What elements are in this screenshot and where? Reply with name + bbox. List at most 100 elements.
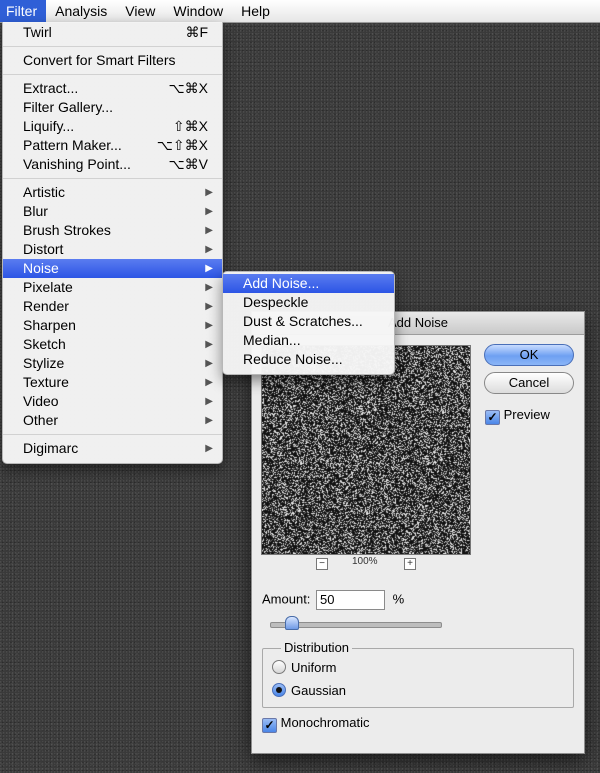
amount-slider-thumb[interactable] [285, 616, 300, 630]
shortcut: ⌘F [185, 24, 208, 40]
preview-checkbox[interactable]: ✓ [485, 410, 500, 425]
noise-submenu: Add Noise... Despeckle Dust & Scratches.… [222, 271, 395, 375]
submenu-item-median[interactable]: Median... [223, 331, 394, 350]
zoom-out-button[interactable]: − [316, 558, 328, 570]
uniform-radio[interactable] [272, 660, 286, 674]
menu-separator [3, 74, 222, 75]
submenu-arrow-icon: ▶ [205, 415, 213, 426]
preview-option[interactable]: ✓ Preview [485, 407, 550, 425]
menu-item-label: Digimarc [23, 440, 79, 456]
menu-item-liquify[interactable]: Liquify... ⇧⌘X [3, 117, 222, 136]
menu-item-label: Other [23, 412, 59, 428]
menu-item-artistic[interactable]: Artistic ▶ [3, 183, 222, 202]
menu-item-other[interactable]: Other ▶ [3, 411, 222, 430]
amount-input[interactable]: 50 [316, 590, 386, 610]
menu-item-label: Noise [23, 260, 59, 276]
submenu-arrow-icon: ▶ [205, 187, 213, 198]
submenu-arrow-icon: ▶ [205, 377, 213, 388]
submenu-item-dust-scratches[interactable]: Dust & Scratches... [223, 312, 394, 331]
menu-item-label: Extract... [23, 80, 79, 96]
submenu-arrow-icon: ▶ [205, 263, 213, 274]
submenu-arrow-icon: ▶ [205, 443, 213, 454]
menu-item-sketch[interactable]: Sketch ▶ [3, 335, 222, 354]
menu-item-sharpen[interactable]: Sharpen ▶ [3, 316, 222, 335]
menu-bar: Filter Analysis View Window Help [0, 0, 600, 23]
menu-item-label: Vanishing Point... [23, 156, 131, 172]
menu-item-twirl[interactable]: Twirl ⌘F [3, 23, 222, 42]
distribution-group: Distribution Uniform Gaussian [262, 640, 574, 708]
submenu-arrow-icon: ▶ [205, 339, 213, 350]
menubar-view[interactable]: View [116, 0, 164, 22]
menu-item-label: Stylize [23, 355, 65, 371]
menubar-filter[interactable]: Filter [0, 0, 47, 22]
uniform-option[interactable]: Uniform [272, 660, 337, 675]
submenu-arrow-icon: ▶ [205, 244, 213, 255]
menu-item-label: Brush Strokes [23, 222, 111, 238]
gaussian-radio[interactable] [272, 683, 286, 697]
add-noise-dialog: Add Noise − 100% + OK Cancel ✓ Preview A… [251, 311, 585, 754]
menu-item-render[interactable]: Render ▶ [3, 297, 222, 316]
menu-item-label: Filter Gallery... [23, 99, 113, 115]
preview-label: Preview [503, 407, 550, 422]
amount-label: Amount: [262, 591, 311, 607]
submenu-arrow-icon: ▶ [205, 396, 213, 407]
shortcut: ⌥⌘V [168, 156, 208, 172]
menu-item-label: Sharpen [23, 317, 76, 333]
menu-separator [3, 46, 222, 47]
amount-slider[interactable] [270, 616, 442, 630]
shortcut: ⌥⇧⌘X [156, 137, 208, 153]
menu-item-label: Artistic [23, 184, 65, 200]
menu-item-label: Blur [23, 203, 48, 219]
monochromatic-label: Monochromatic [280, 715, 370, 730]
menu-item-filter-gallery[interactable]: Filter Gallery... [3, 98, 222, 117]
menu-separator [3, 434, 222, 435]
submenu-item-reduce-noise[interactable]: Reduce Noise... [223, 350, 394, 369]
menu-item-label: Distort [23, 241, 64, 257]
menu-item-label: Video [23, 393, 59, 409]
menu-item-brush-strokes[interactable]: Brush Strokes ▶ [3, 221, 222, 240]
menu-item-label: Liquify... [23, 118, 75, 134]
menu-item-label: Convert for Smart Filters [23, 52, 176, 68]
filter-menu: Twirl ⌘F Convert for Smart Filters Extra… [2, 22, 223, 464]
menu-item-texture[interactable]: Texture ▶ [3, 373, 222, 392]
menu-item-label: Pattern Maker... [23, 137, 122, 153]
submenu-arrow-icon: ▶ [205, 301, 213, 312]
menu-item-video[interactable]: Video ▶ [3, 392, 222, 411]
menubar-help[interactable]: Help [232, 0, 279, 22]
menu-item-extract[interactable]: Extract... ⌥⌘X [3, 79, 222, 98]
menu-item-convert-smart-filters[interactable]: Convert for Smart Filters [3, 51, 222, 70]
distribution-legend: Distribution [281, 640, 353, 655]
menu-item-blur[interactable]: Blur ▶ [3, 202, 222, 221]
menu-item-pixelate[interactable]: Pixelate ▶ [3, 278, 222, 297]
menu-item-label: Render [23, 298, 69, 314]
monochromatic-checkbox[interactable]: ✓ [262, 718, 277, 733]
gaussian-label: Gaussian [291, 683, 346, 698]
menu-item-noise[interactable]: Noise ▶ [3, 259, 222, 278]
menu-separator [3, 178, 222, 179]
zoom-in-button[interactable]: + [404, 558, 416, 570]
menu-item-pattern-maker[interactable]: Pattern Maker... ⌥⇧⌘X [3, 136, 222, 155]
amount-unit: % [392, 591, 405, 607]
menu-item-label: Sketch [23, 336, 66, 352]
menubar-analysis[interactable]: Analysis [46, 0, 116, 22]
menu-item-digimarc[interactable]: Digimarc ▶ [3, 439, 222, 458]
menu-item-label: Pixelate [23, 279, 73, 295]
shortcut: ⌥⌘X [168, 80, 208, 96]
submenu-item-despeckle[interactable]: Despeckle [223, 293, 394, 312]
gaussian-option[interactable]: Gaussian [272, 683, 346, 698]
menu-item-distort[interactable]: Distort ▶ [3, 240, 222, 259]
submenu-arrow-icon: ▶ [205, 206, 213, 217]
ok-button[interactable]: OK [484, 344, 574, 366]
menubar-window[interactable]: Window [164, 0, 232, 22]
menu-item-label: Texture [23, 374, 69, 390]
submenu-item-add-noise[interactable]: Add Noise... [223, 274, 394, 293]
menu-item-stylize[interactable]: Stylize ▶ [3, 354, 222, 373]
noise-preview[interactable] [261, 345, 471, 555]
menu-item-vanishing-point[interactable]: Vanishing Point... ⌥⌘V [3, 155, 222, 174]
submenu-arrow-icon: ▶ [205, 320, 213, 331]
uniform-label: Uniform [291, 660, 337, 675]
monochromatic-option[interactable]: ✓ Monochromatic [262, 715, 370, 733]
amount-row: Amount: 50 % [262, 590, 404, 610]
zoom-level: 100% [352, 556, 378, 567]
cancel-button[interactable]: Cancel [484, 372, 574, 394]
